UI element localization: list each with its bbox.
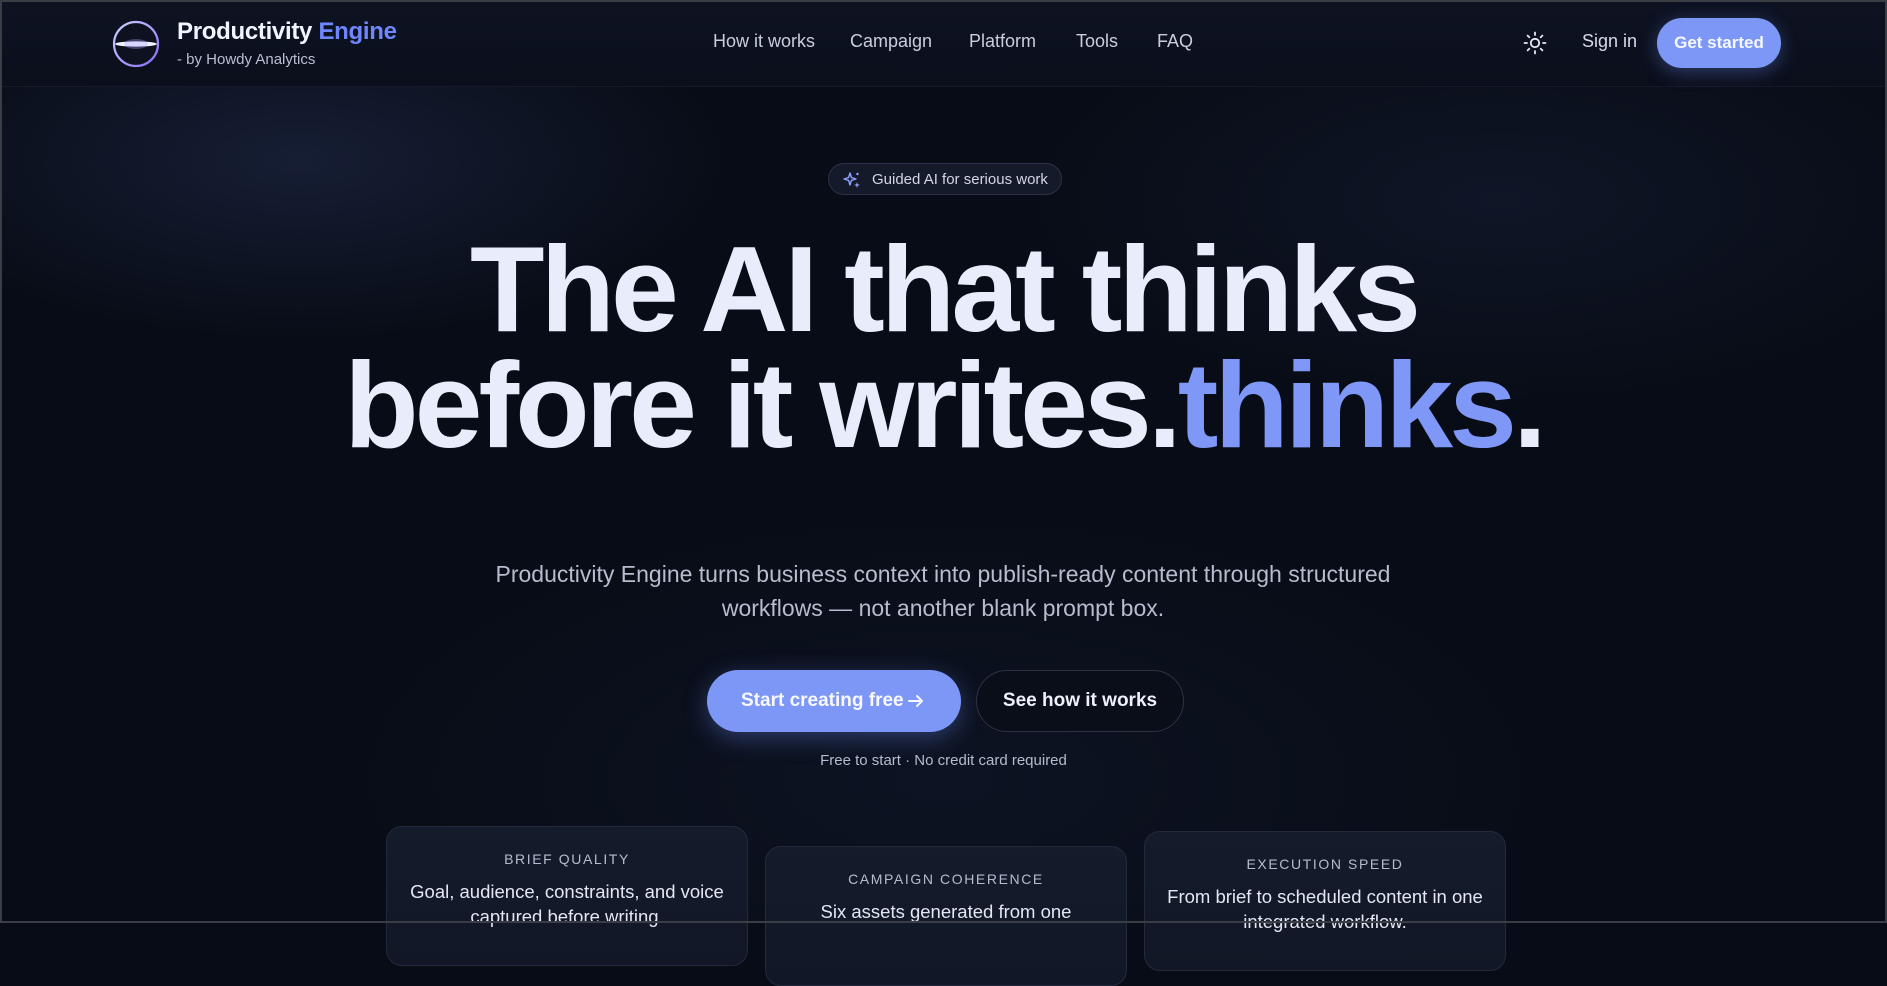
brand-name-accent: Engine: [318, 18, 397, 45]
nav-link-campaign[interactable]: Campaign: [850, 31, 932, 52]
card-label: EXECUTION SPEED: [1246, 856, 1404, 872]
brand-subtitle: - by Howdy Analytics: [177, 51, 316, 68]
nav-link-how-it-works[interactable]: How it works: [713, 31, 815, 52]
hero-lead-text: Productivity Engine turns business conte…: [495, 561, 1391, 621]
sparkles-icon: [843, 172, 860, 188]
card-body: Six assets generated from one: [820, 901, 1072, 922]
card-label: CAMPAIGN COHERENCE: [848, 871, 1044, 887]
start-creating-label: Start creating free: [741, 690, 904, 711]
logo-icon[interactable]: [112, 20, 160, 68]
hero-headline-accent: thinks: [1177, 337, 1517, 473]
sign-in-link[interactable]: Sign in: [1582, 31, 1637, 52]
hero-badge: Guided AI for serious work: [828, 163, 1062, 195]
hero-note: Free to start · No credit card required: [820, 752, 1067, 769]
nav-link-tools[interactable]: Tools: [1076, 31, 1118, 52]
feature-card-campaign-coherence: CAMPAIGN COHERENCE Six assets generated …: [765, 846, 1127, 986]
arrow-right-icon: [908, 695, 923, 707]
feature-card-brief-quality: BRIEF QUALITY Goal, audience, constraint…: [386, 826, 748, 966]
nav-link-faq[interactable]: FAQ: [1157, 31, 1193, 52]
card-label: BRIEF QUALITY: [504, 851, 630, 867]
hero-headline-line2: before it writes.thinks.: [0, 344, 1887, 466]
hero-headline-prefix: before it writes.: [344, 337, 1182, 473]
hero-badge-text: Guided AI for serious work: [872, 171, 1048, 188]
card-body: From brief to scheduled content in one i…: [1167, 886, 1483, 932]
sun-icon[interactable]: [1522, 30, 1548, 56]
hero-headline-suffix: .: [1513, 337, 1547, 473]
feature-card-execution-speed: EXECUTION SPEED From brief to scheduled …: [1144, 831, 1506, 971]
nav-link-platform[interactable]: Platform: [969, 31, 1036, 52]
see-how-it-works-button[interactable]: See how it works: [976, 670, 1184, 732]
get-started-button[interactable]: Get started: [1657, 18, 1781, 68]
start-creating-button[interactable]: Start creating free: [707, 670, 961, 732]
top-nav-bar: Productivity Engine - by Howdy Analytics…: [0, 0, 1887, 87]
brand-name-primary: Productivity: [177, 18, 313, 45]
hero-headline-line1: The AI that thinks: [470, 221, 1421, 357]
card-body: Goal, audience, constraints, and voice c…: [410, 881, 724, 927]
brand-name[interactable]: Productivity Engine: [177, 18, 397, 46]
